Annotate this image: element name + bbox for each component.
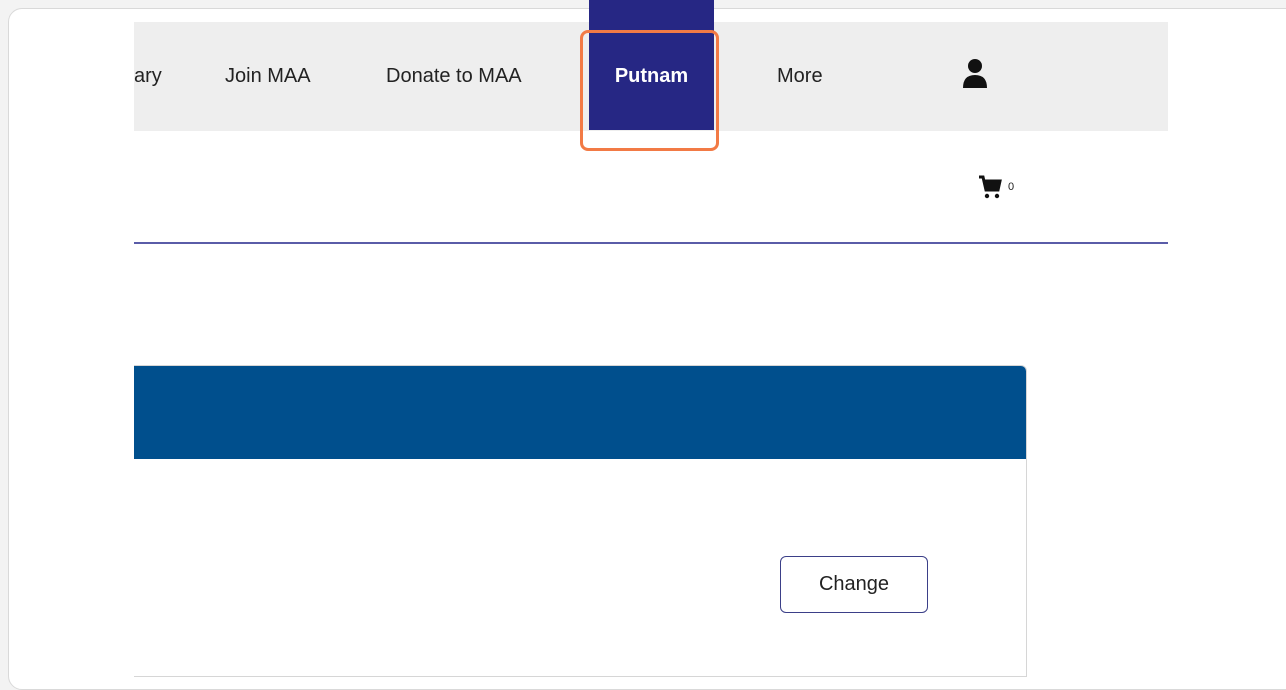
nav-item-more[interactable]: More xyxy=(777,22,823,131)
nav-item-library[interactable]: ary xyxy=(134,22,162,131)
cart-count: 0 xyxy=(1008,181,1015,193)
change-button[interactable]: Change xyxy=(780,556,928,613)
nav-item-putnam[interactable]: Putnam xyxy=(589,0,714,130)
cart[interactable]: 0 xyxy=(978,174,1014,200)
nav-item-join-maa[interactable]: Join MAA xyxy=(225,22,311,131)
panel-header xyxy=(134,366,1026,459)
user-icon[interactable] xyxy=(962,58,988,90)
header-divider xyxy=(134,242,1168,244)
content-panel xyxy=(134,365,1027,677)
cart-icon xyxy=(979,175,1002,199)
nav-item-donate-to-maa[interactable]: Donate to MAA xyxy=(386,22,522,131)
